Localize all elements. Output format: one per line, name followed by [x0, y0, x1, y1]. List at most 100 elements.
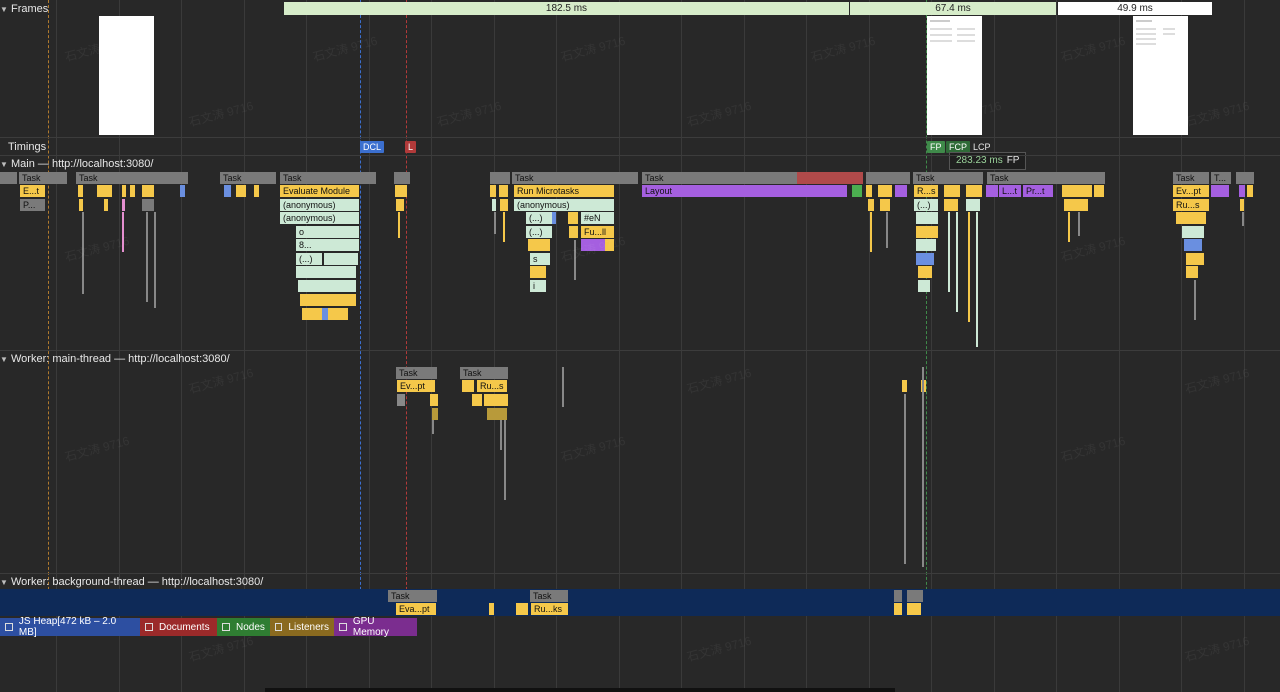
scripting-block[interactable]: [472, 394, 482, 406]
load-marker[interactable]: L: [405, 141, 417, 153]
task-block[interactable]: Task: [220, 172, 276, 184]
task-block[interactable]: [866, 172, 910, 184]
parse-block[interactable]: [1184, 239, 1202, 251]
task-block[interactable]: [394, 172, 410, 184]
scripting-block[interactable]: [944, 185, 960, 197]
fp-marker[interactable]: FP: [927, 141, 945, 153]
long-task-block[interactable]: [797, 172, 863, 184]
scripting-block[interactable]: [430, 394, 438, 406]
scripting-block[interactable]: [500, 199, 508, 211]
task-block[interactable]: P...: [20, 199, 45, 211]
scripting-block[interactable]: [528, 239, 550, 251]
scripting-block[interactable]: [432, 408, 438, 420]
collapse-caret-icon[interactable]: ▼: [0, 353, 8, 367]
rendering-block[interactable]: [895, 185, 907, 197]
task-block[interactable]: Task: [530, 590, 568, 602]
paint-block[interactable]: [852, 185, 862, 197]
evaluate-module-block[interactable]: Evaluate Module: [280, 185, 359, 197]
function-block[interactable]: [916, 239, 936, 251]
scripting-block[interactable]: Ev...pt: [397, 380, 435, 392]
scripting-block[interactable]: [907, 603, 921, 615]
task-block[interactable]: [397, 394, 405, 406]
rendering-block[interactable]: [581, 239, 605, 251]
frame-segment[interactable]: 182.5 ms: [284, 2, 849, 15]
task-block[interactable]: [1236, 172, 1254, 184]
scripting-block[interactable]: Eva...pt: [396, 603, 436, 615]
scripting-block[interactable]: [1186, 266, 1198, 278]
scripting-block[interactable]: [902, 380, 907, 392]
scripting-block[interactable]: [894, 603, 902, 615]
collapse-caret-icon[interactable]: ▼: [0, 576, 8, 590]
frame-segment[interactable]: 67.4 ms: [850, 2, 1056, 15]
scripting-block[interactable]: [122, 185, 126, 197]
function-block[interactable]: [298, 280, 356, 292]
parse-block[interactable]: [224, 185, 231, 197]
scripting-block[interactable]: [866, 185, 872, 197]
scripting-block[interactable]: [530, 266, 546, 278]
scripting-block[interactable]: [487, 408, 507, 420]
dcl-marker[interactable]: DCL: [360, 141, 385, 153]
scripting-block[interactable]: [499, 185, 508, 197]
task-block[interactable]: Task: [1173, 172, 1209, 184]
parse-block[interactable]: [916, 253, 934, 265]
scripting-block[interactable]: [868, 199, 874, 211]
task-block[interactable]: T...: [1211, 172, 1231, 184]
scripting-block[interactable]: [1176, 212, 1206, 224]
scripting-block[interactable]: [489, 603, 494, 615]
task-block[interactable]: Task: [76, 172, 188, 184]
function-block[interactable]: i: [530, 280, 546, 292]
scripting-block[interactable]: [1240, 199, 1244, 211]
js-heap-checkbox[interactable]: JS Heap[472 kB – 2.0 MB]: [0, 616, 140, 638]
task-block[interactable]: Task: [396, 367, 437, 379]
scripting-block[interactable]: [130, 185, 135, 197]
scripting-block[interactable]: [395, 185, 407, 197]
scripting-block[interactable]: [516, 603, 528, 615]
nodes-checkbox[interactable]: Nodes: [217, 618, 270, 636]
scripting-block[interactable]: [97, 185, 112, 197]
task-block[interactable]: [907, 590, 923, 602]
scripting-block[interactable]: [880, 199, 890, 211]
frame-segment[interactable]: 49.9 ms: [1058, 2, 1212, 15]
anonymous-block[interactable]: (anonymous): [280, 199, 359, 211]
scripting-block[interactable]: Fu...ll: [581, 226, 614, 238]
rendering-block[interactable]: Pr...t: [1023, 185, 1053, 197]
function-block[interactable]: 8...: [296, 239, 359, 251]
scripting-block[interactable]: [944, 199, 958, 211]
scripting-block[interactable]: [916, 226, 938, 238]
scripting-block[interactable]: [1062, 185, 1092, 197]
scripting-block[interactable]: [918, 266, 932, 278]
task-block[interactable]: Task: [512, 172, 638, 184]
function-block[interactable]: (...): [526, 226, 552, 238]
scripting-block[interactable]: [1064, 199, 1088, 211]
function-block[interactable]: (...): [526, 212, 552, 224]
scripting-block[interactable]: [568, 212, 578, 224]
parse-block[interactable]: [322, 308, 328, 320]
function-block[interactable]: [916, 212, 938, 224]
scripting-block[interactable]: [569, 226, 578, 238]
frame-screenshot[interactable]: [927, 16, 982, 135]
scripting-block[interactable]: Ru...s: [1173, 199, 1209, 211]
scripting-block[interactable]: [966, 185, 982, 197]
frames-track-label[interactable]: ▼ Frames: [0, 2, 48, 16]
scripting-block[interactable]: [462, 380, 474, 392]
main-track-label[interactable]: ▼ Main — http://localhost:3080/: [0, 157, 153, 171]
function-block[interactable]: s: [530, 253, 550, 265]
frame-screenshot[interactable]: [1133, 16, 1188, 135]
worker-main-track-label[interactable]: ▼ Worker: main-thread — http://localhost:…: [0, 352, 230, 366]
function-block[interactable]: [918, 280, 930, 292]
scripting-block[interactable]: [396, 199, 404, 211]
parse-block[interactable]: [552, 212, 556, 224]
function-block[interactable]: [966, 199, 980, 211]
scripting-block[interactable]: [1247, 185, 1253, 197]
listeners-checkbox[interactable]: Listeners: [270, 618, 334, 636]
rendering-block[interactable]: [1211, 185, 1229, 197]
function-block[interactable]: [324, 253, 358, 265]
scripting-block[interactable]: Ev...pt: [1173, 185, 1209, 197]
gc-block[interactable]: [122, 199, 125, 211]
scripting-block[interactable]: Ru...s: [477, 380, 507, 392]
scripting-block[interactable]: [79, 199, 83, 211]
parse-block[interactable]: [180, 185, 185, 197]
scripting-block[interactable]: [605, 239, 614, 251]
worker-bg-track-label[interactable]: ▼ Worker: background-thread — http://loca…: [0, 575, 263, 589]
scripting-block[interactable]: [490, 185, 496, 197]
